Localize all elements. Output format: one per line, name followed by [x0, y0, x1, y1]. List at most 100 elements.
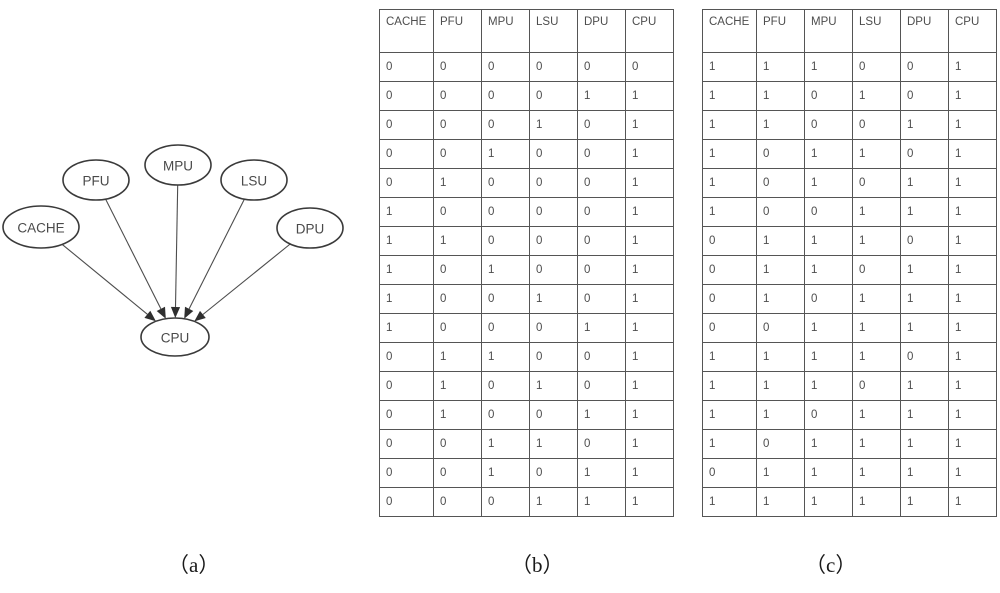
table-cell: 0: [481, 81, 530, 111]
table-cell: 0: [804, 284, 853, 314]
table-cell: 1: [625, 110, 674, 140]
arrowhead-icon: [194, 310, 206, 322]
table-cell: 0: [379, 458, 434, 488]
table-cell: 1: [804, 168, 853, 198]
table-row: 011001: [379, 342, 674, 372]
table-cell: 1: [948, 139, 997, 169]
table-cell: 1: [804, 429, 853, 459]
table-cell: 1: [625, 458, 674, 488]
table-row: 001011: [379, 458, 674, 488]
table-cell: 0: [433, 487, 482, 517]
table-cell: 1: [756, 342, 805, 372]
table-cell: 1: [625, 313, 674, 343]
table-cell: 0: [804, 197, 853, 227]
table-row: 110101: [702, 81, 997, 111]
graph-node-pfu[interactable]: PFU: [62, 159, 130, 201]
table-cell: 0: [577, 342, 626, 372]
table-cell: 0: [900, 81, 949, 111]
table-cell: 0: [702, 226, 757, 256]
arrowhead-icon: [144, 310, 156, 322]
table-cell: 0: [756, 139, 805, 169]
table-cell: 0: [433, 197, 482, 227]
table-cell: 0: [852, 255, 901, 285]
table-cell: 1: [900, 110, 949, 140]
truth-table-c: CACHE PFU MPU LSU DPU CPU 11100111010111…: [702, 9, 997, 517]
table-cell: 1: [625, 400, 674, 430]
table-cell: 1: [948, 110, 997, 140]
table-cell: 0: [756, 197, 805, 227]
table-cell: 1: [756, 110, 805, 140]
table-row: 010011: [379, 400, 674, 430]
table-cell: 0: [756, 168, 805, 198]
col-header-lsu: LSU: [852, 9, 901, 53]
table-cell: 0: [433, 110, 482, 140]
table-cell: 1: [948, 226, 997, 256]
graph-node-cache[interactable]: CACHE: [2, 205, 80, 249]
table-cell: 1: [702, 400, 757, 430]
table-cell: 1: [625, 342, 674, 372]
table-cell: 0: [529, 313, 578, 343]
graph-edge-mpu-to-cpu: [174, 184, 179, 308]
table-cell: 1: [702, 197, 757, 227]
table-row: 110111: [702, 400, 997, 430]
graph-edge-cache-to-cpu: [61, 243, 148, 315]
table-cell: 1: [948, 168, 997, 198]
table-header-row: CACHE PFU MPU LSU DPU CPU: [702, 9, 997, 53]
table-cell: 1: [900, 429, 949, 459]
table-cell: 1: [852, 226, 901, 256]
table-cell: 1: [948, 342, 997, 372]
graph-node-cpu[interactable]: CPU: [140, 317, 210, 357]
table-cell: 1: [948, 371, 997, 401]
table-cell: 1: [702, 110, 757, 140]
table-cell: 1: [625, 487, 674, 517]
table-cell: 0: [577, 197, 626, 227]
table-cell: 1: [804, 487, 853, 517]
table-cell: 0: [577, 52, 626, 82]
table-cell: 1: [702, 487, 757, 517]
col-header-lsu: LSU: [529, 9, 578, 53]
caption-panel-c: （c）: [805, 553, 857, 577]
table-cell: 0: [577, 284, 626, 314]
table-cell: 0: [433, 81, 482, 111]
table-cell: 1: [852, 313, 901, 343]
col-header-cpu: CPU: [625, 9, 674, 53]
table-cell: 0: [900, 342, 949, 372]
table-cell: 1: [900, 313, 949, 343]
table-cell: 1: [625, 226, 674, 256]
table-cell: 1: [804, 255, 853, 285]
table-row: 111011: [702, 371, 997, 401]
table-cell: 0: [577, 139, 626, 169]
graph-node-lsu[interactable]: LSU: [220, 159, 288, 201]
col-header-mpu: MPU: [481, 9, 530, 53]
table-cell: 0: [529, 400, 578, 430]
table-cell: 1: [948, 197, 997, 227]
graph-node-mpu[interactable]: MPU: [144, 144, 212, 186]
table-cell: 0: [852, 110, 901, 140]
table-cell: 1: [529, 110, 578, 140]
table-cell: 1: [852, 487, 901, 517]
table-cell: 0: [481, 487, 530, 517]
table-row: 100011: [379, 313, 674, 343]
table-cell: 1: [702, 371, 757, 401]
table-cell: 1: [625, 168, 674, 198]
table-cell: 0: [481, 313, 530, 343]
table-cell: 1: [702, 342, 757, 372]
table-cell: 0: [433, 255, 482, 285]
table-row: 011011: [702, 255, 997, 285]
table-cell: 1: [625, 255, 674, 285]
table-cell: 1: [625, 81, 674, 111]
col-header-pfu: PFU: [433, 9, 482, 53]
table-cell: 1: [379, 284, 434, 314]
table-cell: 0: [852, 52, 901, 82]
table-cell: 1: [948, 52, 997, 82]
table-cell: 0: [379, 52, 434, 82]
table-cell: 0: [900, 139, 949, 169]
table-cell: 1: [756, 458, 805, 488]
table-cell: 1: [481, 342, 530, 372]
graph-node-dpu[interactable]: DPU: [276, 207, 344, 249]
table-cell: 1: [702, 81, 757, 111]
table-cell: 0: [529, 255, 578, 285]
table-row: 000111: [379, 487, 674, 517]
table-c-head: CACHE PFU MPU LSU DPU CPU: [702, 9, 997, 53]
table-cell: 1: [804, 458, 853, 488]
